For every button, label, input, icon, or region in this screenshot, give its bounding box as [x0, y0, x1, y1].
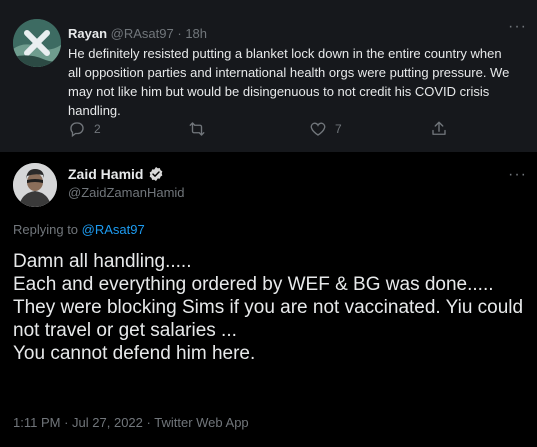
share-icon [432, 121, 446, 135]
main-tweet: Zaid Hamid @ZaidZamanHamid ··· Replying … [0, 152, 537, 447]
tweet-line: Damn all handling..... [13, 251, 192, 272]
reply-icon [70, 122, 84, 138]
author-handle[interactable]: @ZaidZamanHamid [68, 185, 185, 200]
retweet-icon [189, 122, 205, 136]
tweet-line: They were blocking Sims if you are not v… [13, 297, 524, 341]
replying-to: Replying to @RAsat97 [13, 222, 145, 237]
retweet-button[interactable] [188, 120, 214, 138]
reply-count: 2 [94, 122, 101, 136]
tweet-line: Each and everything ordered by WEF & BG … [13, 274, 494, 295]
separator: · [64, 415, 69, 430]
tweet-line: You cannot defend him here. [13, 343, 256, 364]
separator: · [146, 415, 151, 430]
tweet-text: Damn all handling..... Each and everythi… [13, 250, 528, 365]
tweet-time[interactable]: 1:11 PM [13, 415, 60, 430]
author-name[interactable]: Rayan [68, 26, 107, 41]
separator: · [177, 26, 182, 41]
mention-link[interactable]: @RAsat97 [82, 222, 145, 237]
share-button[interactable] [430, 120, 448, 138]
tweet-date[interactable]: Jul 27, 2022 [72, 415, 143, 430]
reply-header: Rayan @RAsat97 · 18h [68, 26, 207, 41]
tweet-actions: 2 7 [68, 120, 448, 142]
avatar[interactable] [13, 163, 57, 207]
verified-badge-icon [150, 167, 163, 181]
more-options-icon[interactable]: ··· [508, 19, 527, 35]
tweet-metadata: 1:11 PM · Jul 27, 2022 · Twitter Web App [13, 415, 249, 430]
heart-icon [310, 122, 326, 136]
reply-button[interactable]: 2 [68, 120, 101, 138]
reply-tweet[interactable]: Rayan @RAsat97 · 18h ··· He definitely r… [0, 0, 537, 152]
replying-prefix: Replying to [13, 222, 79, 237]
avatar[interactable] [13, 19, 61, 67]
tweet-source[interactable]: Twitter Web App [154, 415, 248, 430]
like-button[interactable]: 7 [309, 120, 342, 138]
author-handle[interactable]: @RAsat97 [111, 26, 174, 41]
like-count: 7 [335, 122, 342, 136]
timestamp[interactable]: 18h [185, 26, 207, 41]
author-name-row: Zaid Hamid [68, 166, 164, 182]
more-options-icon[interactable]: ··· [508, 167, 527, 183]
author-name[interactable]: Zaid Hamid [68, 166, 143, 182]
tweet-text: He definitely resisted putting a blanket… [68, 46, 510, 118]
